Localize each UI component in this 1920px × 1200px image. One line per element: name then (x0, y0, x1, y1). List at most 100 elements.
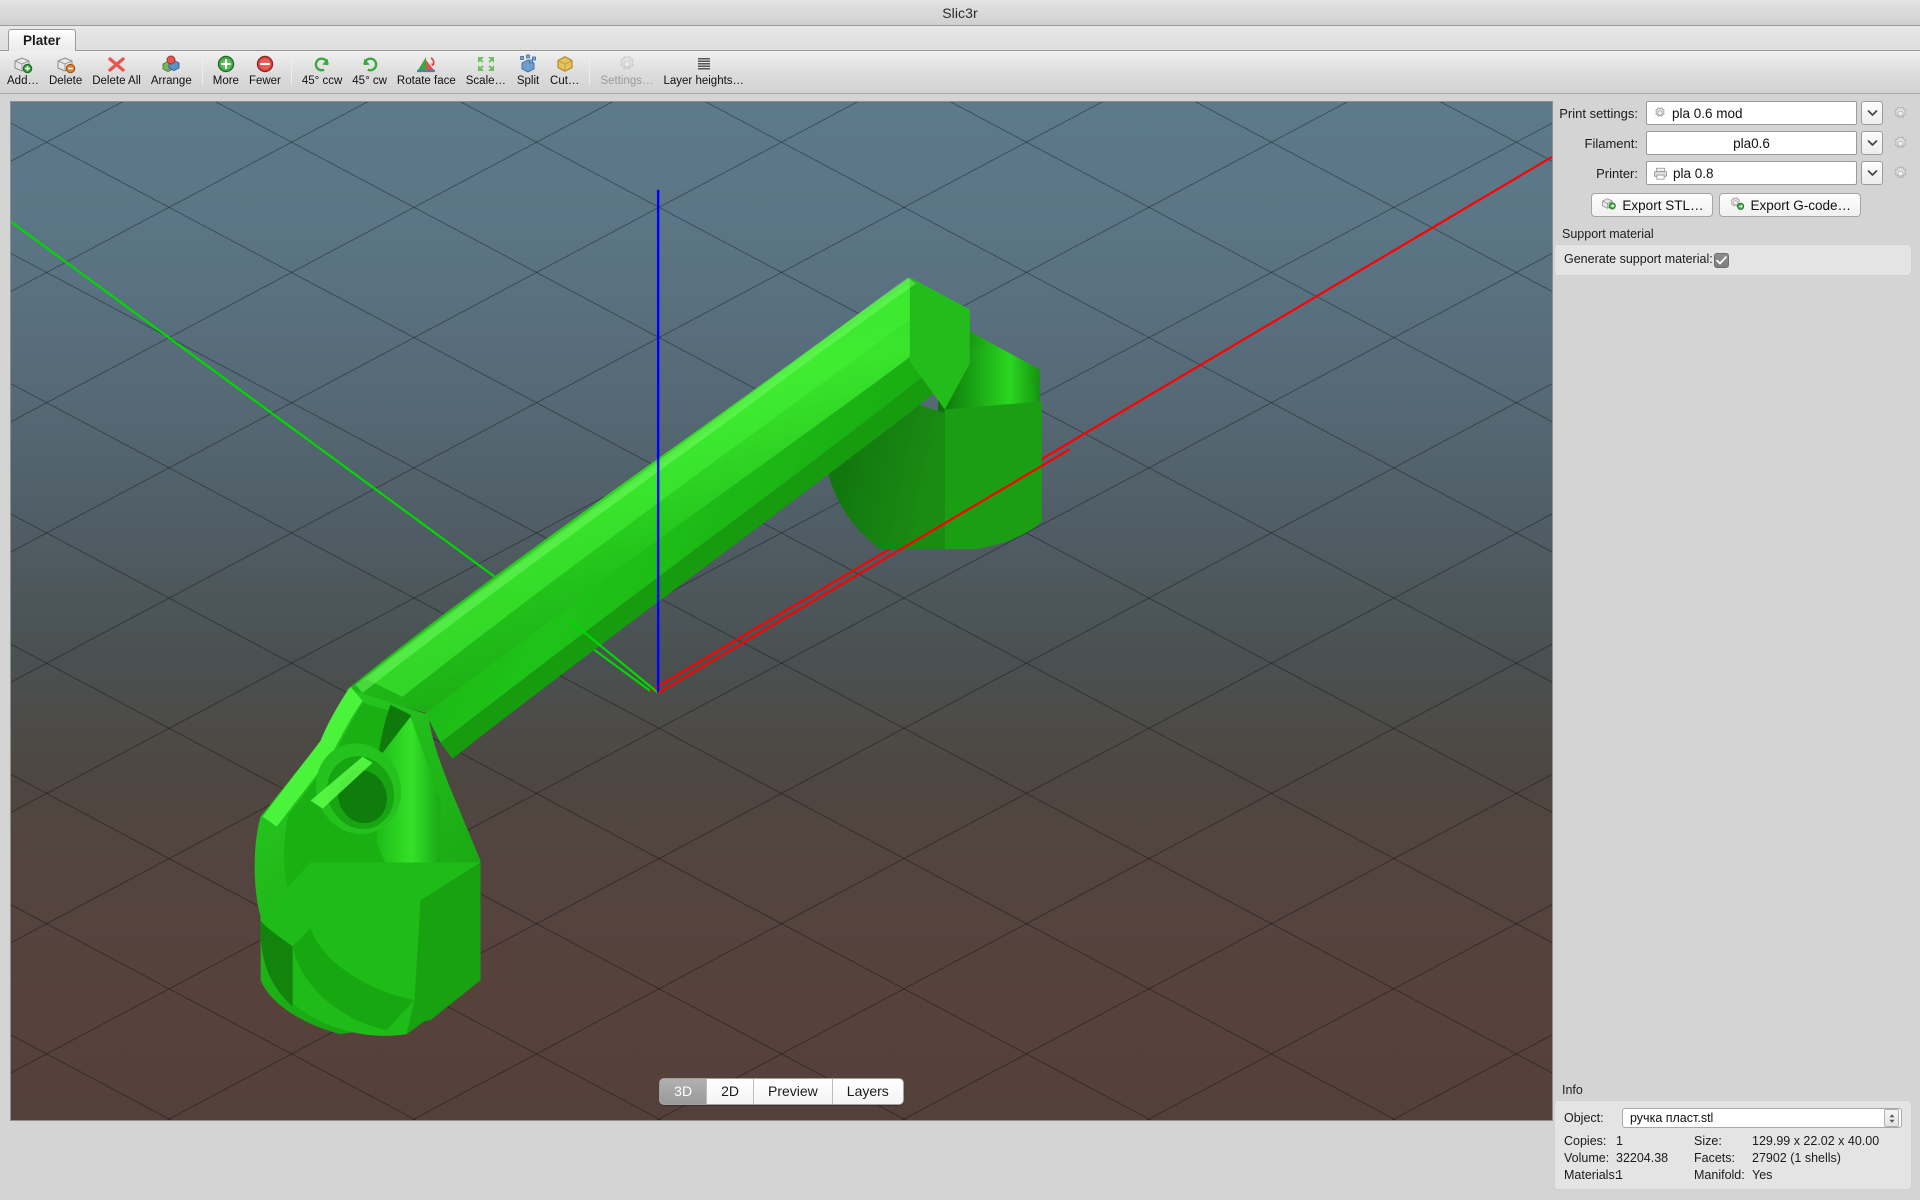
toolbar-arrange-button[interactable]: Arrange (146, 52, 197, 93)
tab-plater-label: Plater (23, 33, 61, 48)
print-settings-icon (1653, 106, 1667, 120)
toolbar-delete-button[interactable]: Delete (44, 52, 87, 93)
printer-combo[interactable]: pla 0.8 (1646, 161, 1857, 185)
layers-icon (692, 53, 716, 75)
cut-icon (553, 53, 577, 75)
rotate-ccw-icon (310, 53, 334, 75)
toolbar-separator (201, 59, 203, 85)
toolbar-settings-button[interactable]: Settings… (595, 52, 658, 93)
toolbar-rotate-face-label: Rotate face (396, 74, 456, 87)
view-tab-3d[interactable]: 3D (660, 1079, 708, 1104)
print-settings-gear-button[interactable] (1888, 101, 1912, 125)
preset-row-printer: Printer: pla 0.8 (1554, 161, 1912, 185)
toolbar-rotate-face-button[interactable]: Rotate face (392, 52, 461, 93)
toolbar-scale-button[interactable]: Scale… (461, 52, 511, 93)
rotate-cw-icon (358, 53, 382, 75)
toolbar-add-label: Add… (7, 74, 39, 87)
toolbar-settings-label: Settings… (600, 74, 654, 87)
arrange-icon (159, 53, 183, 75)
export-button-row: Export STL… Export G-code… (1554, 193, 1912, 217)
toolbar-arrange-label: Arrange (150, 74, 192, 87)
toolbar-delete-all-label: Delete All (92, 74, 141, 87)
info-group: Info Object: ручка пласт.stl Copies: 1 S… (1554, 1083, 1912, 1190)
toolbar-cut-button[interactable]: Cut… (545, 52, 584, 93)
object-select[interactable]: ручка пласт.stl (1622, 1108, 1902, 1128)
right-sidebar: Print settings: pla 0.6 mod Filament: pl… (1550, 94, 1920, 1200)
gear-icon (1894, 166, 1906, 178)
printer-icon (1653, 167, 1668, 180)
volume-value: 32204.38 (1616, 1151, 1669, 1165)
toolbar-split-label: Split (516, 74, 540, 87)
export-gcode-icon (1729, 196, 1745, 214)
view-tab-2d[interactable]: 2D (707, 1079, 754, 1104)
toolbar-rotate-ccw-button[interactable]: 45° ccw (297, 52, 347, 93)
object-value: ручка пласт.stl (1630, 1111, 1714, 1125)
toolbar-more-button[interactable]: More (208, 52, 244, 93)
generate-support-material-label: Generate support material: (1564, 252, 1713, 266)
toolbar-fewer-button[interactable]: Fewer (244, 52, 286, 93)
manifold-label: Manifold: (1694, 1168, 1745, 1182)
split-icon (516, 53, 540, 75)
gear-icon (1894, 136, 1906, 148)
main-content: 3D 2D Preview Layers Print settings: pla (0, 94, 1920, 1200)
manifold-value: Yes (1752, 1168, 1773, 1182)
generate-support-material-checkbox[interactable] (1714, 253, 1729, 268)
toolbar-rotate-ccw-label: 45° ccw (301, 74, 343, 87)
3d-viewport[interactable]: 3D 2D Preview Layers (10, 101, 1553, 1121)
toolbar-layer-heights-label: Layer heights… (663, 74, 745, 87)
filament-label: Filament: (1584, 135, 1638, 151)
info-group-title: Info (1562, 1083, 1583, 1097)
viewport-container: 3D 2D Preview Layers (0, 94, 1553, 1200)
print-settings-combo[interactable]: pla 0.6 mod (1646, 101, 1857, 125)
delete-all-icon (105, 53, 129, 75)
object-selector-row: Object: ручка пласт.stl (1564, 1108, 1902, 1128)
object-stepper-icon[interactable] (1884, 1109, 1899, 1127)
rotate-face-icon (414, 53, 438, 75)
tab-plater[interactable]: Plater (8, 29, 76, 51)
gear-icon (1894, 106, 1906, 118)
printer-gear-button[interactable] (1888, 161, 1912, 185)
export-gcode-button[interactable]: Export G-code… (1719, 193, 1861, 217)
toolbar-more-label: More (212, 74, 239, 87)
copies-label: Copies: (1564, 1134, 1607, 1148)
materials-label: Materials: (1564, 1168, 1619, 1182)
scale-icon (474, 53, 498, 75)
filament-combo[interactable]: pla0.6 (1646, 131, 1857, 155)
facets-value: 27902 (1 shells) (1752, 1151, 1841, 1165)
toolbar-cut-label: Cut… (550, 74, 580, 87)
minus-circle-icon (253, 53, 277, 75)
size-label: Size: (1694, 1134, 1722, 1148)
toolbar-layer-heights-button[interactable]: Layer heights… (659, 52, 750, 93)
toolbar-rotate-cw-button[interactable]: 45° cw (347, 52, 392, 93)
printer-dropdown-button[interactable] (1861, 161, 1883, 185)
window-title: Slic3r (942, 4, 978, 21)
gear-icon (615, 53, 639, 75)
chevron-down-icon (1867, 140, 1877, 146)
volume-label: Volume: (1564, 1151, 1610, 1165)
preset-row-print-settings: Print settings: pla 0.6 mod (1554, 101, 1912, 125)
toolbar-separator (290, 59, 292, 85)
toolbar-add-button[interactable]: Add… (2, 52, 44, 93)
copies-value: 1 (1616, 1134, 1623, 1148)
chevron-down-icon (1867, 110, 1877, 116)
toolbar-separator (589, 59, 591, 85)
view-tab-preview[interactable]: Preview (753, 1079, 833, 1104)
filament-gear-button[interactable] (1888, 131, 1912, 155)
object-label: Object: (1564, 1111, 1604, 1125)
toolbar-delete-all-button[interactable]: Delete All (87, 52, 146, 93)
toolbar-rotate-cw-label: 45° cw (352, 74, 387, 87)
filament-dropdown-button[interactable] (1861, 131, 1883, 155)
plus-circle-icon (214, 53, 238, 75)
toolbar-scale-label: Scale… (465, 74, 507, 87)
main-toolbar: Add… Delete Delete All Arrange More Fewe… (0, 51, 1920, 94)
view-tab-layers[interactable]: Layers (832, 1079, 903, 1104)
check-icon (1716, 256, 1727, 265)
toolbar-split-button[interactable]: Split (511, 52, 545, 93)
export-stl-icon (1601, 196, 1617, 214)
export-stl-label: Export STL… (1622, 197, 1704, 213)
export-stl-button[interactable]: Export STL… (1591, 193, 1714, 217)
print-settings-label: Print settings: (1559, 105, 1638, 121)
materials-value: 1 (1616, 1168, 1623, 1182)
print-settings-dropdown-button[interactable] (1861, 101, 1883, 125)
